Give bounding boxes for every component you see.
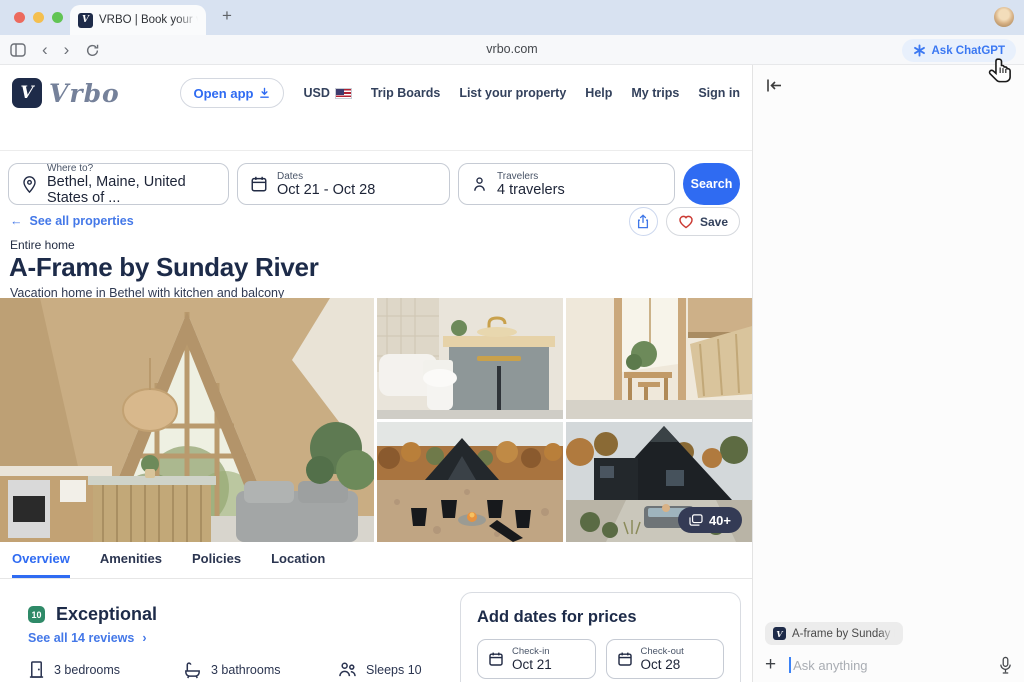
- zoom-window-button[interactable]: [52, 12, 63, 23]
- calendar-icon: [488, 651, 504, 667]
- openai-logo-icon: [913, 44, 926, 57]
- fact-sleeps: Sleeps 10: [338, 661, 422, 679]
- browser-toolbar: ‹ › vrbo.com Ask ChatGPT: [0, 35, 1024, 65]
- tab-title-fade: [176, 14, 198, 26]
- vrbo-favicon-icon: V: [78, 13, 93, 28]
- nav-trip-boards[interactable]: Trip Boards: [371, 86, 440, 100]
- vrbo-logo[interactable]: V Vrbo: [12, 78, 120, 108]
- tabs-divider: [0, 578, 752, 579]
- checkout-field[interactable]: Check-out Oct 28: [606, 639, 725, 679]
- fact-bedrooms: 3 bedrooms: [28, 660, 183, 679]
- search-bar: Where to? Bethel, Maine, United States o…: [8, 163, 740, 205]
- see-all-properties-link[interactable]: ← See all properties: [10, 214, 134, 228]
- listing-actions: Save: [629, 207, 740, 236]
- ask-chatgpt-label: Ask ChatGPT: [932, 45, 1006, 57]
- door-icon: [28, 660, 45, 679]
- browser-tab-bar: V VRBO | Book your vacat +: [0, 0, 1024, 35]
- reviews-link[interactable]: See all 14 reviews ›: [28, 631, 147, 645]
- profile-avatar[interactable]: [994, 7, 1014, 27]
- open-app-button[interactable]: Open app: [180, 78, 285, 108]
- share-button[interactable]: [629, 207, 658, 236]
- calendar-icon: [617, 651, 633, 667]
- photo-interior-nook[interactable]: [566, 298, 752, 419]
- tab-location[interactable]: Location: [271, 551, 325, 578]
- dates-label: Dates: [277, 171, 375, 182]
- people-icon: [338, 661, 357, 679]
- rating-badge: 10: [28, 606, 45, 623]
- save-button[interactable]: Save: [666, 207, 740, 236]
- booking-heading: Add dates for prices: [477, 608, 724, 627]
- vrbo-wordmark: Vrbo: [49, 79, 120, 108]
- site-header: V Vrbo Open app USD Trip Boards List you…: [0, 65, 752, 121]
- text-caret: [789, 657, 791, 673]
- nav-list-your-property[interactable]: List your property: [459, 86, 566, 100]
- location-pin-icon: [21, 175, 38, 194]
- photos-icon: [689, 514, 703, 526]
- tab-amenities[interactable]: Amenities: [100, 551, 162, 578]
- fact-bathrooms: 3 bathrooms: [183, 661, 338, 679]
- collapse-sidebar-icon[interactable]: [766, 78, 783, 93]
- vrbo-logo-mark-icon: V: [12, 78, 42, 108]
- travelers-value: 4 travelers: [497, 182, 565, 198]
- chatgpt-sidebar: V A-frame by Sunday R +: [752, 65, 1024, 682]
- composer: +: [765, 651, 1014, 679]
- booking-card: Add dates for prices Check-in Oct 21: [460, 592, 741, 682]
- nav-help[interactable]: Help: [585, 86, 612, 100]
- window-controls: [14, 12, 63, 23]
- context-chip[interactable]: V A-frame by Sunday R: [765, 622, 903, 645]
- close-window-button[interactable]: [14, 12, 25, 23]
- attach-plus-icon[interactable]: +: [765, 654, 776, 676]
- currency-selector[interactable]: USD: [303, 86, 351, 100]
- where-label: Where to?: [47, 163, 216, 174]
- download-icon: [259, 87, 270, 99]
- photo-bathroom[interactable]: [377, 298, 563, 419]
- listing-tabs: Overview Amenities Policies Location: [12, 551, 325, 578]
- property-facts: 3 bedrooms 3 bathrooms Sleeps 10: [28, 660, 422, 679]
- microphone-icon[interactable]: [997, 656, 1014, 675]
- travelers-field[interactable]: Travelers 4 travelers: [458, 163, 675, 205]
- where-value: Bethel, Maine, United States of ...: [47, 174, 216, 206]
- where-field[interactable]: Where to? Bethel, Maine, United States o…: [8, 163, 229, 205]
- header-divider: [0, 150, 752, 151]
- dates-field[interactable]: Dates Oct 21 - Oct 28: [237, 163, 450, 205]
- checkin-field[interactable]: Check-in Oct 21: [477, 639, 596, 679]
- calendar-icon: [250, 175, 268, 193]
- person-icon: [471, 175, 488, 193]
- site-nav: Open app USD Trip Boards List your prope…: [180, 78, 741, 108]
- property-type: Entire home: [10, 238, 75, 252]
- heart-icon: [678, 214, 694, 229]
- tab-policies[interactable]: Policies: [192, 551, 241, 578]
- chevron-right-icon: ›: [142, 631, 146, 645]
- bathtub-icon: [183, 661, 202, 679]
- photo-main-interior[interactable]: [0, 298, 374, 542]
- tab-title: VRBO | Book your vacat: [99, 14, 198, 26]
- photo-count-badge[interactable]: 40+: [678, 507, 742, 533]
- minimize-window-button[interactable]: [33, 12, 44, 23]
- address-bar[interactable]: vrbo.com: [0, 42, 1024, 56]
- ask-anything-input[interactable]: [793, 658, 997, 673]
- screenshot-frame: V VRBO | Book your vacat + ‹ › vrbo.com …: [0, 0, 1024, 682]
- dates-value: Oct 21 - Oct 28: [277, 182, 375, 198]
- nav-my-trips[interactable]: My trips: [631, 86, 679, 100]
- chip-fade: [879, 628, 895, 640]
- new-tab-button[interactable]: +: [222, 6, 232, 26]
- vrbo-page: V Vrbo Open app USD Trip Boards List you…: [0, 65, 752, 682]
- nav-sign-in[interactable]: Sign in: [698, 86, 740, 100]
- tab-overview[interactable]: Overview: [12, 551, 70, 578]
- search-button[interactable]: Search: [683, 163, 740, 205]
- rating-label: Exceptional: [56, 604, 157, 625]
- listing-title: A-Frame by Sunday River: [9, 252, 319, 283]
- us-flag-icon: [335, 88, 352, 99]
- photo-gallery: 40+: [0, 298, 752, 542]
- vrbo-favicon-icon: V: [773, 627, 786, 640]
- back-arrow-icon: ←: [10, 214, 23, 228]
- photo-exterior[interactable]: 40+: [566, 422, 752, 542]
- mouse-cursor-hand: [986, 57, 1016, 89]
- travelers-label: Travelers: [497, 171, 565, 182]
- browser-tab[interactable]: V VRBO | Book your vacat: [70, 5, 206, 35]
- photo-firepit[interactable]: [377, 422, 563, 542]
- context-chip-label: A-frame by Sunday R: [792, 628, 895, 640]
